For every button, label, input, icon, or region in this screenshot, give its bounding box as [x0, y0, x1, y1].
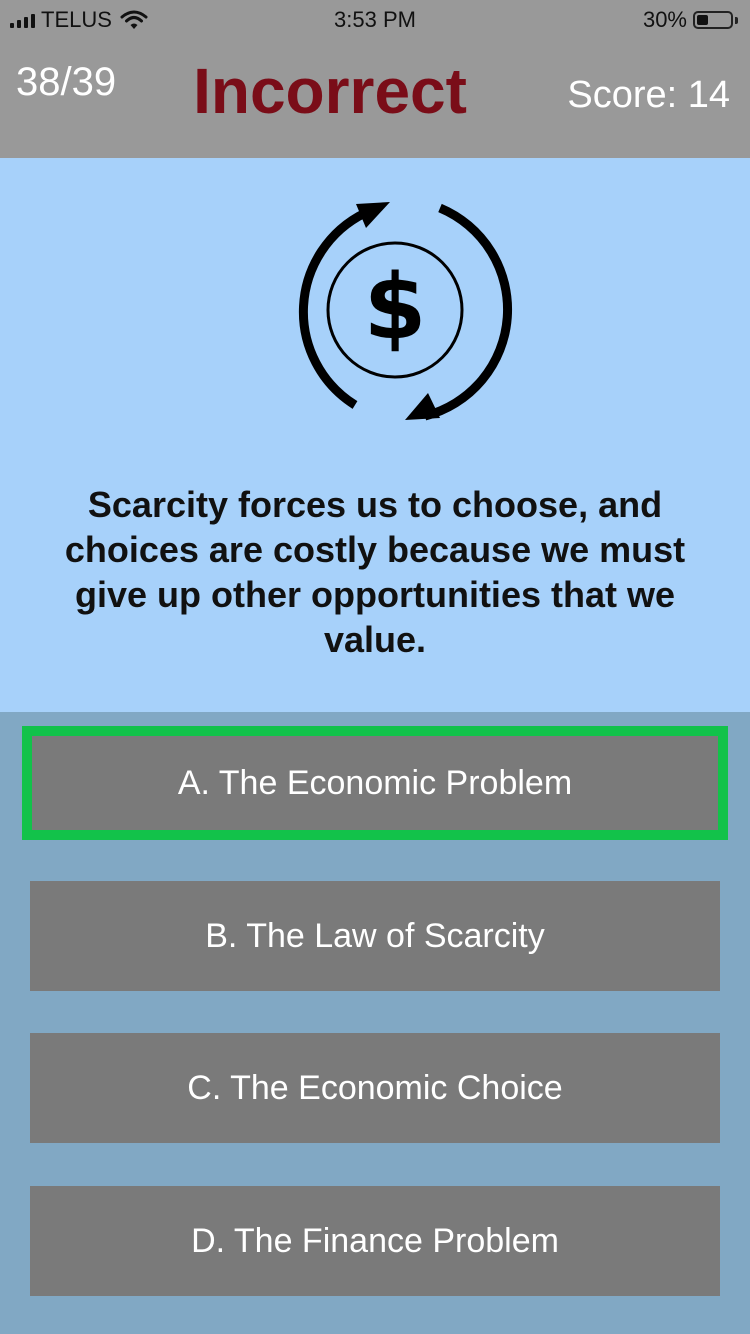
answer-a-button[interactable]: A. The Economic Problem [22, 726, 728, 840]
answer-a-label: A. The Economic Problem [177, 763, 573, 802]
quiz-header: 38/39 Incorrect Score: 14 [0, 40, 750, 158]
status-time: 3:53 PM [334, 7, 416, 32]
answer-c-button[interactable]: C. The Economic Choice [30, 1033, 720, 1143]
battery-tip [735, 16, 738, 24]
answer-b-label: B. The Law of Scarcity [205, 916, 545, 955]
question-panel: $ Scarcity forces us to choose, and choi… [0, 158, 750, 712]
status-bar: TELUS 3:53 PM 30% [0, 0, 750, 40]
answer-c-label: C. The Economic Choice [187, 1068, 563, 1107]
battery-percent: 30% [642, 7, 687, 32]
score-label: Score: 14 [567, 74, 730, 116]
answer-d-button[interactable]: D. The Finance Problem [30, 1186, 720, 1296]
answer-d-label: D. The Finance Problem [191, 1221, 559, 1260]
dollar-cycle-icon: $ [298, 202, 513, 421]
result-title: Incorrect [193, 55, 467, 127]
battery-icon [693, 11, 733, 29]
answer-b-button[interactable]: B. The Law of Scarcity [30, 881, 720, 991]
status-right: 30% [643, 7, 738, 33]
question-text: Scarcity forces us to choose, and choice… [64, 484, 686, 660]
svg-text:$: $ [364, 255, 427, 360]
